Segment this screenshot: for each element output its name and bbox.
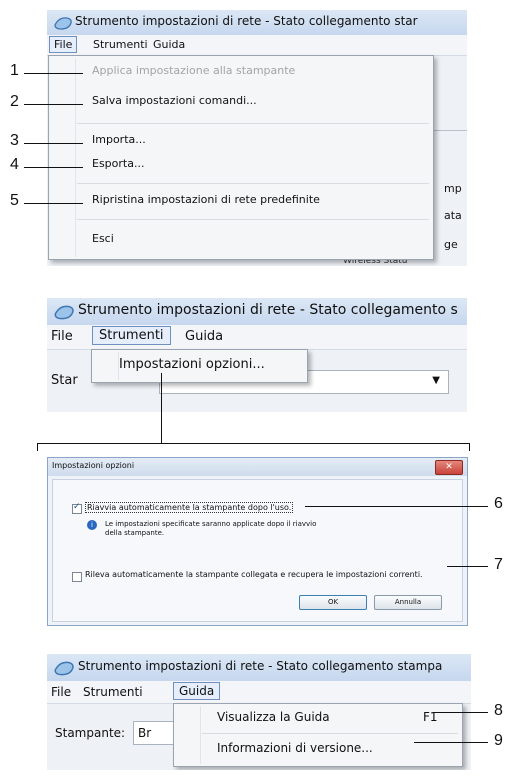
dialog-titlebar: Impostazioni opzioni ✕	[48, 458, 467, 476]
app-icon	[54, 17, 72, 30]
window-titlebar: Strumento impostazioni di rete - Stato c…	[47, 654, 471, 681]
callout-line	[24, 143, 83, 144]
menu-strumenti[interactable]: Strumenti	[91, 37, 150, 52]
menu-item-label: Impostazioni opzioni...	[119, 357, 265, 372]
info-icon: i	[87, 520, 97, 530]
callout-7: 7	[494, 556, 503, 573]
options-dialog: Impostazioni opzioni ✕ ✓ Riavvia automat…	[47, 457, 468, 626]
menu-item-option-settings[interactable]: Impostazioni opzioni...	[92, 357, 307, 375]
ok-button[interactable]: OK	[299, 595, 367, 610]
menu-item-exit[interactable]: Esci	[49, 232, 433, 250]
menu-item-label: Importa...	[92, 133, 146, 146]
callout-6: 6	[494, 495, 503, 512]
callout-3: 3	[10, 132, 19, 149]
window-titlebar: Strumento impostazioni di rete - Stato c…	[47, 298, 467, 325]
menu-bar: File Strumenti Guida	[47, 35, 467, 56]
close-button[interactable]: ✕	[435, 460, 463, 475]
menu-item-show-help[interactable]: Visualizza la Guida F1	[174, 710, 462, 728]
callout-line	[24, 167, 83, 168]
menu-item-version-info[interactable]: Informazioni di versione...	[174, 741, 462, 759]
callout-8: 8	[494, 702, 503, 719]
menu-separator	[77, 123, 429, 124]
connector-line	[161, 373, 162, 443]
menu-guida[interactable]: Guida	[173, 682, 221, 700]
file-menu-screenshot: Strumento impostazioni di rete - Stato c…	[47, 10, 467, 266]
dialog-body: ✓ Riavvia automaticamente la stampante d…	[52, 479, 463, 622]
window-titlebar: Strumento impostazioni di rete - Stato c…	[47, 10, 467, 35]
menu-item-save-commands[interactable]: Salva impostazioni comandi...	[49, 94, 433, 112]
bg-label-fragment: Star	[51, 373, 78, 388]
dialog-title: Impostazioni opzioni	[52, 461, 135, 470]
guida-dropdown-menu: Visualizza la Guida F1 Informazioni di v…	[173, 703, 463, 767]
menu-separator	[202, 733, 458, 734]
window-title: Strumento impostazioni di rete - Stato c…	[78, 659, 443, 673]
menu-item-label: Esci	[92, 232, 114, 245]
bracket-top	[37, 443, 470, 444]
window-title: Strumento impostazioni di rete - Stato c…	[75, 14, 418, 28]
menu-item-export[interactable]: Esporta...	[49, 157, 433, 175]
callout-line	[24, 203, 83, 204]
menu-file[interactable]: File	[51, 329, 73, 344]
bracket-left	[37, 443, 38, 451]
menu-strumenti[interactable]: Strumenti	[92, 326, 171, 345]
callout-5: 5	[10, 192, 19, 209]
bg-separator	[434, 130, 467, 131]
detect-printer-label[interactable]: Rileva automaticamente la stampante coll…	[85, 570, 423, 579]
menu-bar: File Strumenti Guida	[47, 325, 467, 350]
menu-item-label: Visualizza la Guida	[217, 710, 330, 724]
menu-item-label: Esporta...	[92, 157, 145, 170]
menu-item-import[interactable]: Importa...	[49, 133, 433, 151]
cancel-button[interactable]: Annulla	[374, 595, 442, 610]
callout-line	[434, 712, 488, 713]
file-dropdown-menu: Applica impostazione alla stampante Salv…	[48, 55, 434, 260]
detect-printer-checkbox[interactable]	[72, 572, 82, 582]
bg-text-fragment: ge	[444, 238, 458, 251]
restart-printer-label[interactable]: Riavvia automaticamente la stampante dop…	[85, 502, 294, 513]
menu-file[interactable]: File	[51, 685, 71, 699]
app-icon	[54, 305, 74, 320]
callout-line	[24, 73, 83, 74]
guida-menu-screenshot: Strumento impostazioni di rete - Stato c…	[47, 654, 471, 770]
callout-2: 2	[10, 93, 19, 110]
bg-text-fragment: ata	[444, 209, 462, 222]
menu-guida[interactable]: Guida	[185, 329, 223, 344]
app-icon	[54, 661, 74, 676]
window-title: Strumento impostazioni di rete - Stato c…	[78, 302, 458, 318]
callout-9: 9	[494, 732, 503, 749]
info-text: Le impostazioni specificate saranno appl…	[105, 520, 317, 537]
checkmark-icon: ✓	[73, 502, 81, 512]
menu-item-label: Informazioni di versione...	[217, 741, 373, 755]
bg-label-fragment: Stampante:	[55, 726, 126, 740]
callout-line	[447, 566, 488, 567]
callout-line	[305, 506, 488, 507]
menu-guida[interactable]: Guida	[151, 37, 187, 52]
menu-item-label: Applica impostazione alla stampante	[92, 64, 296, 77]
callout-1: 1	[10, 62, 19, 79]
menu-item-apply-settings[interactable]: Applica impostazione alla stampante	[49, 64, 433, 82]
menu-separator	[77, 219, 429, 220]
strumenti-dropdown-menu: Impostazioni opzioni...	[91, 349, 308, 383]
menu-file[interactable]: File	[49, 36, 78, 53]
close-icon: ✕	[445, 462, 453, 472]
bg-field-text: Br	[138, 726, 152, 740]
menu-bar: File Strumenti Guida	[47, 681, 471, 704]
restart-printer-checkbox[interactable]: ✓	[72, 502, 82, 514]
menu-strumenti[interactable]: Strumenti	[83, 685, 143, 699]
menu-item-restore-defaults[interactable]: Ripristina impostazioni di rete predefin…	[49, 193, 433, 211]
chevron-down-icon: ▼	[432, 375, 440, 386]
bracket-right	[469, 443, 470, 451]
callout-4: 4	[10, 156, 19, 173]
menu-item-label: Salva impostazioni comandi...	[92, 94, 257, 107]
callout-line	[24, 104, 83, 105]
menu-separator	[77, 183, 429, 184]
callout-line	[414, 742, 488, 743]
menu-item-label: Ripristina impostazioni di rete predefin…	[92, 193, 320, 206]
strumenti-menu-screenshot: Strumento impostazioni di rete - Stato c…	[47, 298, 467, 412]
bg-text-fragment: mp	[444, 182, 462, 195]
